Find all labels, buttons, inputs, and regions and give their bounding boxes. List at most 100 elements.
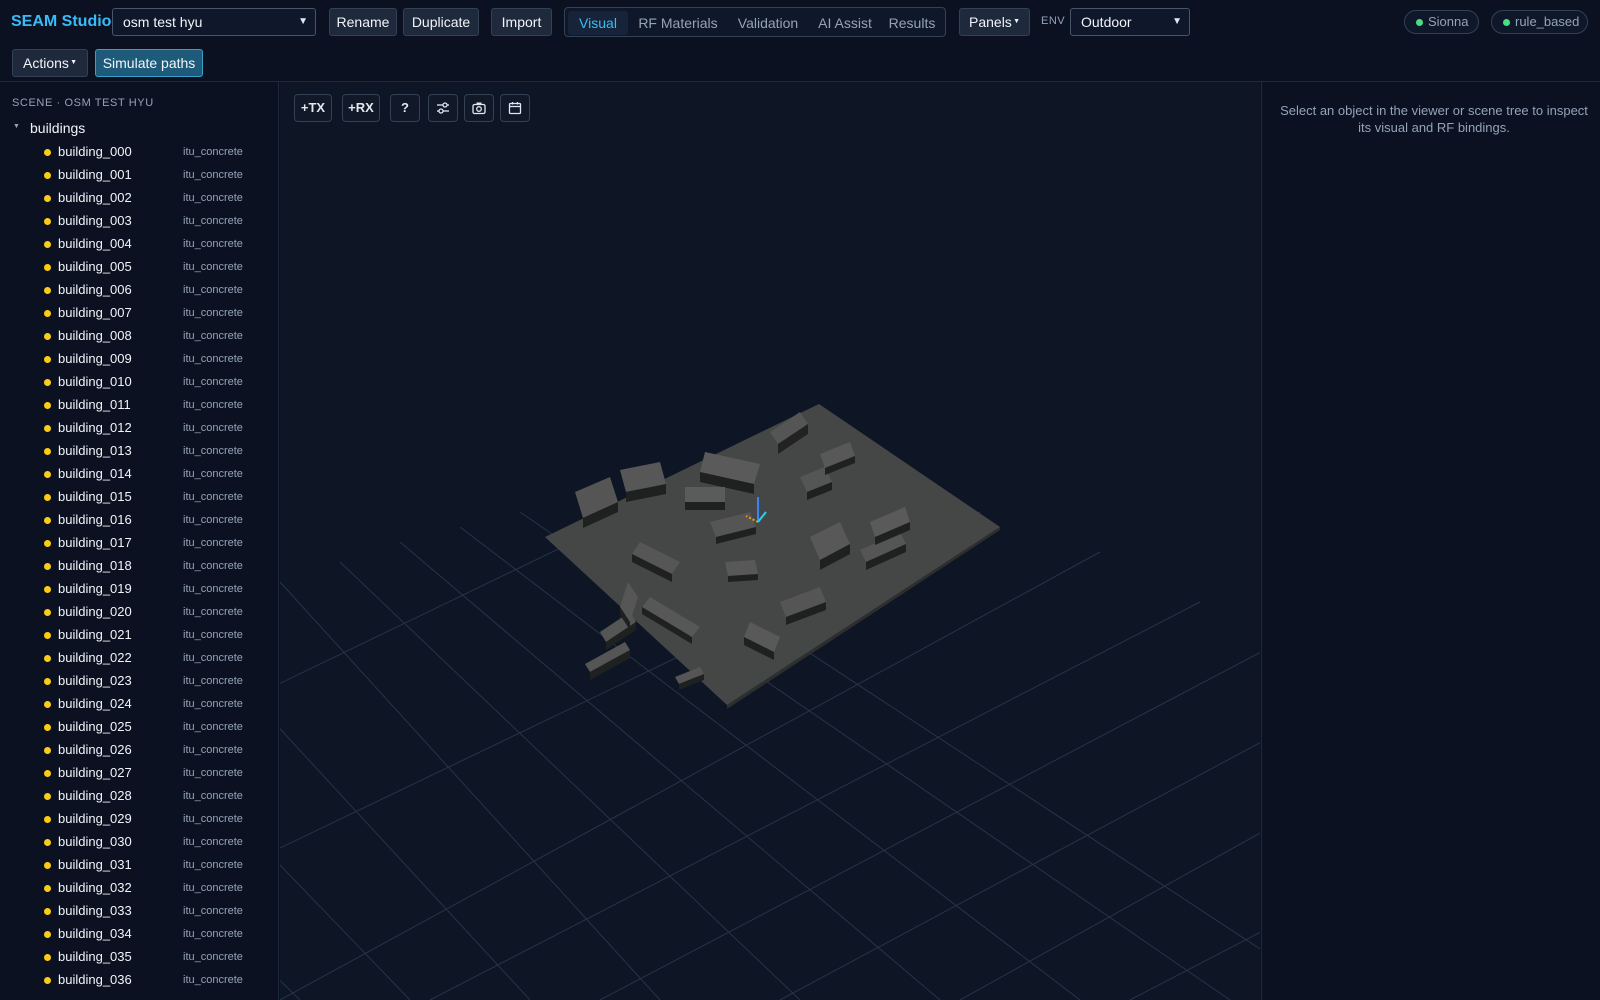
tree-item-building[interactable]: building_010 itu_concrete — [0, 371, 278, 394]
tree-item-building[interactable]: building_036 itu_concrete — [0, 969, 278, 992]
tree-item-building[interactable]: building_004 itu_concrete — [0, 233, 278, 256]
building-name: building_012 — [58, 420, 132, 435]
tab-validation[interactable]: Validation — [727, 11, 809, 35]
tree-item-building[interactable]: building_022 itu_concrete — [0, 647, 278, 670]
building-material: itu_concrete — [183, 238, 243, 250]
tree-item-building[interactable]: building_013 itu_concrete — [0, 440, 278, 463]
material-dot-icon — [44, 632, 51, 639]
material-dot-icon — [44, 954, 51, 961]
building-name: building_033 — [58, 903, 132, 918]
scene-canvas[interactable] — [280, 82, 1260, 1000]
tree-item-building[interactable]: building_014 itu_concrete — [0, 463, 278, 486]
tree-item-building[interactable]: building_009 itu_concrete — [0, 348, 278, 371]
building-name: building_034 — [58, 926, 132, 941]
building-material: itu_concrete — [183, 629, 243, 641]
material-dot-icon — [44, 310, 51, 317]
building-material: itu_concrete — [183, 698, 243, 710]
rename-button[interactable]: Rename — [329, 8, 397, 36]
tree-item-building[interactable]: building_005 itu_concrete — [0, 256, 278, 279]
simulate-paths-button[interactable]: Simulate paths — [95, 49, 203, 77]
panels-button[interactable]: Panels ▼ — [959, 8, 1030, 36]
mode-status-badge: rule_based — [1491, 10, 1588, 34]
tree-item-building[interactable]: building_025 itu_concrete — [0, 716, 278, 739]
settings-sliders-button[interactable] — [428, 94, 458, 122]
status-dot-icon — [1503, 19, 1510, 26]
tree-item-building[interactable]: building_002 itu_concrete — [0, 187, 278, 210]
tree-item-building[interactable]: building_007 itu_concrete — [0, 302, 278, 325]
tree-item-building[interactable]: building_031 itu_concrete — [0, 854, 278, 877]
tree-item-building[interactable]: building_003 itu_concrete — [0, 210, 278, 233]
tree-item-building[interactable]: building_024 itu_concrete — [0, 693, 278, 716]
tree-item-building[interactable]: building_001 itu_concrete — [0, 164, 278, 187]
building-material: itu_concrete — [183, 491, 243, 503]
tree-item-building[interactable]: building_030 itu_concrete — [0, 831, 278, 854]
material-dot-icon — [44, 655, 51, 662]
calendar-button[interactable] — [500, 94, 530, 122]
tab-rf-materials[interactable]: RF Materials — [631, 11, 725, 35]
material-dot-icon — [44, 195, 51, 202]
tree-item-building[interactable]: building_035 itu_concrete — [0, 946, 278, 969]
tree-item-building[interactable]: building_028 itu_concrete — [0, 785, 278, 808]
building-name: building_000 — [58, 144, 132, 159]
building-material: itu_concrete — [183, 146, 243, 158]
env-select[interactable]: Outdoor ▼ — [1070, 8, 1190, 36]
building-material: itu_concrete — [183, 376, 243, 388]
tree-item-building[interactable]: building_006 itu_concrete — [0, 279, 278, 302]
building-material: itu_concrete — [183, 422, 243, 434]
view-tabs: Visual RF Materials Validation AI Assist… — [564, 7, 946, 37]
building-name: building_020 — [58, 604, 132, 619]
tree-item-building[interactable]: building_016 itu_concrete — [0, 509, 278, 532]
building-name: building_014 — [58, 466, 132, 481]
scene-select-value: osm test hyu — [123, 14, 203, 30]
tree-item-building[interactable]: building_008 itu_concrete — [0, 325, 278, 348]
tree-item-building[interactable]: building_026 itu_concrete — [0, 739, 278, 762]
tree-item-building[interactable]: building_012 itu_concrete — [0, 417, 278, 440]
collapse-caret-icon[interactable]: ▼ — [13, 123, 20, 130]
status-dot-icon — [1416, 19, 1423, 26]
material-dot-icon — [44, 862, 51, 869]
3d-viewer[interactable]: +TX +RX ? — [280, 82, 1260, 1000]
chevron-down-icon: ▼ — [298, 16, 308, 27]
actions-label: Actions — [23, 55, 69, 71]
screenshot-button[interactable] — [464, 94, 494, 122]
tree-item-building[interactable]: building_033 itu_concrete — [0, 900, 278, 923]
add-tx-button[interactable]: +TX — [294, 94, 332, 122]
help-button[interactable]: ? — [390, 94, 420, 122]
tree-item-building[interactable]: building_029 itu_concrete — [0, 808, 278, 831]
tree-item-building[interactable]: building_017 itu_concrete — [0, 532, 278, 555]
tree-item-building[interactable]: building_021 itu_concrete — [0, 624, 278, 647]
building-name: building_015 — [58, 489, 132, 504]
tree-item-building[interactable]: building_018 itu_concrete — [0, 555, 278, 578]
building-material: itu_concrete — [183, 905, 243, 917]
material-dot-icon — [44, 172, 51, 179]
tab-visual[interactable]: Visual — [568, 11, 628, 35]
scene-tree-title: SCENE · OSM TEST HYU — [12, 97, 154, 109]
building-material: itu_concrete — [183, 790, 243, 802]
tree-item-building[interactable]: building_020 itu_concrete — [0, 601, 278, 624]
add-rx-button[interactable]: +RX — [342, 94, 380, 122]
scene-select[interactable]: osm test hyu ▼ — [112, 8, 316, 36]
actions-menu-button[interactable]: Actions ▼ — [12, 49, 88, 77]
building-list: building_000 itu_concrete building_001 itu_… — [0, 141, 278, 992]
tab-results[interactable]: Results — [881, 11, 943, 35]
building-material: itu_concrete — [183, 744, 243, 756]
tree-item-building[interactable]: building_023 itu_concrete — [0, 670, 278, 693]
material-dot-icon — [44, 448, 51, 455]
tree-group-buildings[interactable]: buildings — [30, 120, 85, 136]
tree-item-building[interactable]: building_000 itu_concrete — [0, 141, 278, 164]
building-name: building_013 — [58, 443, 132, 458]
duplicate-button[interactable]: Duplicate — [403, 8, 479, 36]
building-name: building_024 — [58, 696, 132, 711]
import-button[interactable]: Import — [491, 8, 552, 36]
tree-item-building[interactable]: building_019 itu_concrete — [0, 578, 278, 601]
tree-item-building[interactable]: building_015 itu_concrete — [0, 486, 278, 509]
tree-item-building[interactable]: building_032 itu_concrete — [0, 877, 278, 900]
tree-item-building[interactable]: building_034 itu_concrete — [0, 923, 278, 946]
building-name: building_005 — [58, 259, 132, 274]
building-material: itu_concrete — [183, 767, 243, 779]
tab-ai-assist[interactable]: AI Assist — [811, 11, 879, 35]
tree-item-building[interactable]: building_027 itu_concrete — [0, 762, 278, 785]
building-name: building_030 — [58, 834, 132, 849]
tree-item-building[interactable]: building_011 itu_concrete — [0, 394, 278, 417]
material-dot-icon — [44, 287, 51, 294]
